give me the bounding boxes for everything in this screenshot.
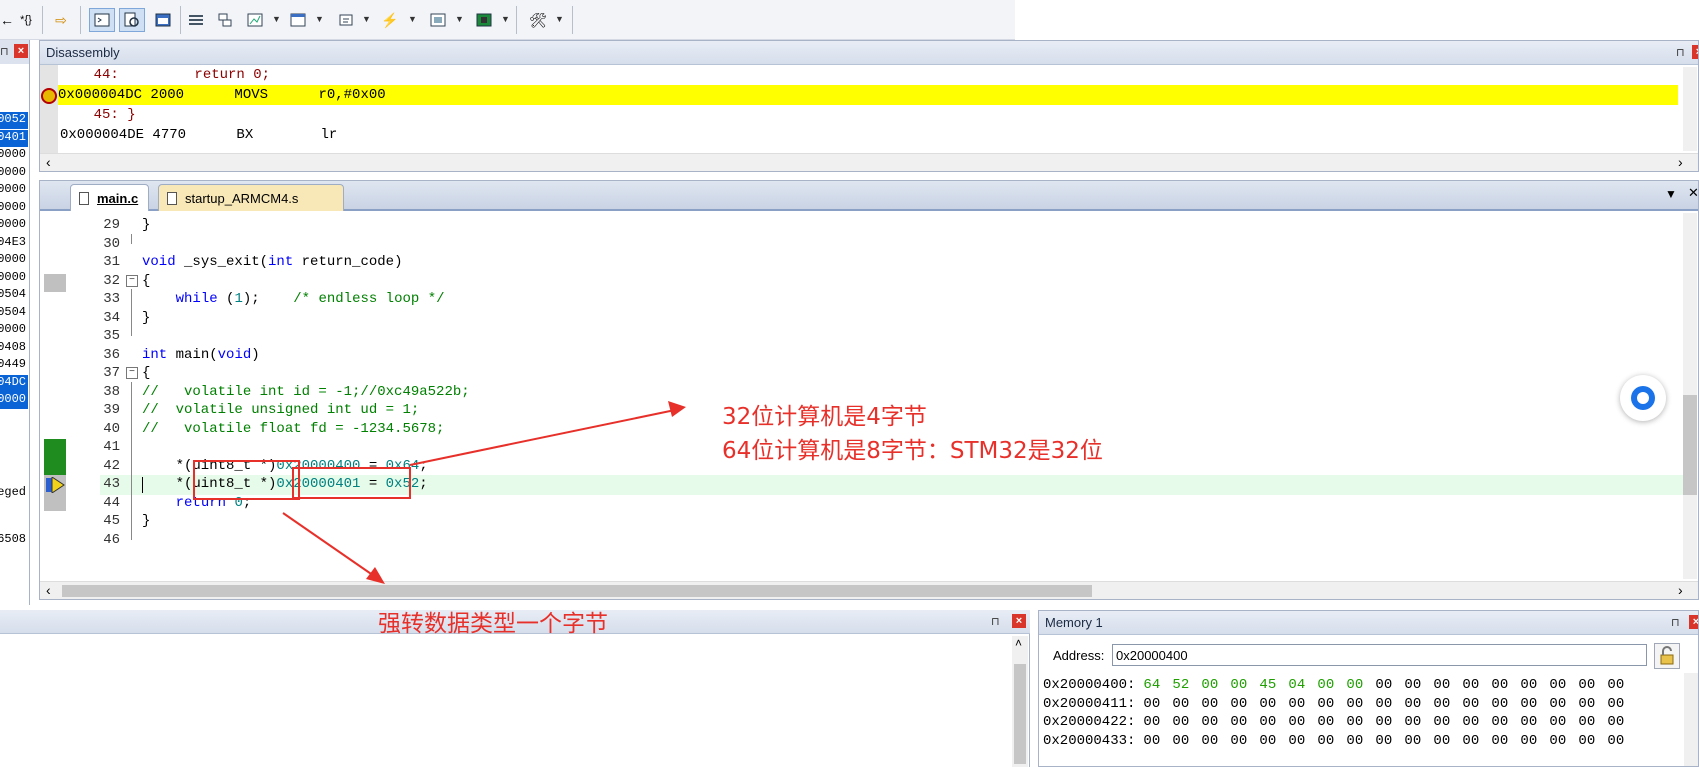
annotation-arrowhead xyxy=(366,567,385,584)
annotation-arrowhead xyxy=(668,401,686,417)
annotation-note-64bit: 64位计算机是8字节：STM32是32位 xyxy=(722,438,1103,464)
annotation-arrow-to-note xyxy=(409,409,676,466)
annotation-arrows xyxy=(282,401,686,584)
annotation-note-32bit: 32位计算机是4字节 xyxy=(722,404,927,430)
annotation-note-cast: 强转数据类型一个字节 xyxy=(378,611,608,637)
annotation-arrow-to-cast-note xyxy=(282,512,378,579)
